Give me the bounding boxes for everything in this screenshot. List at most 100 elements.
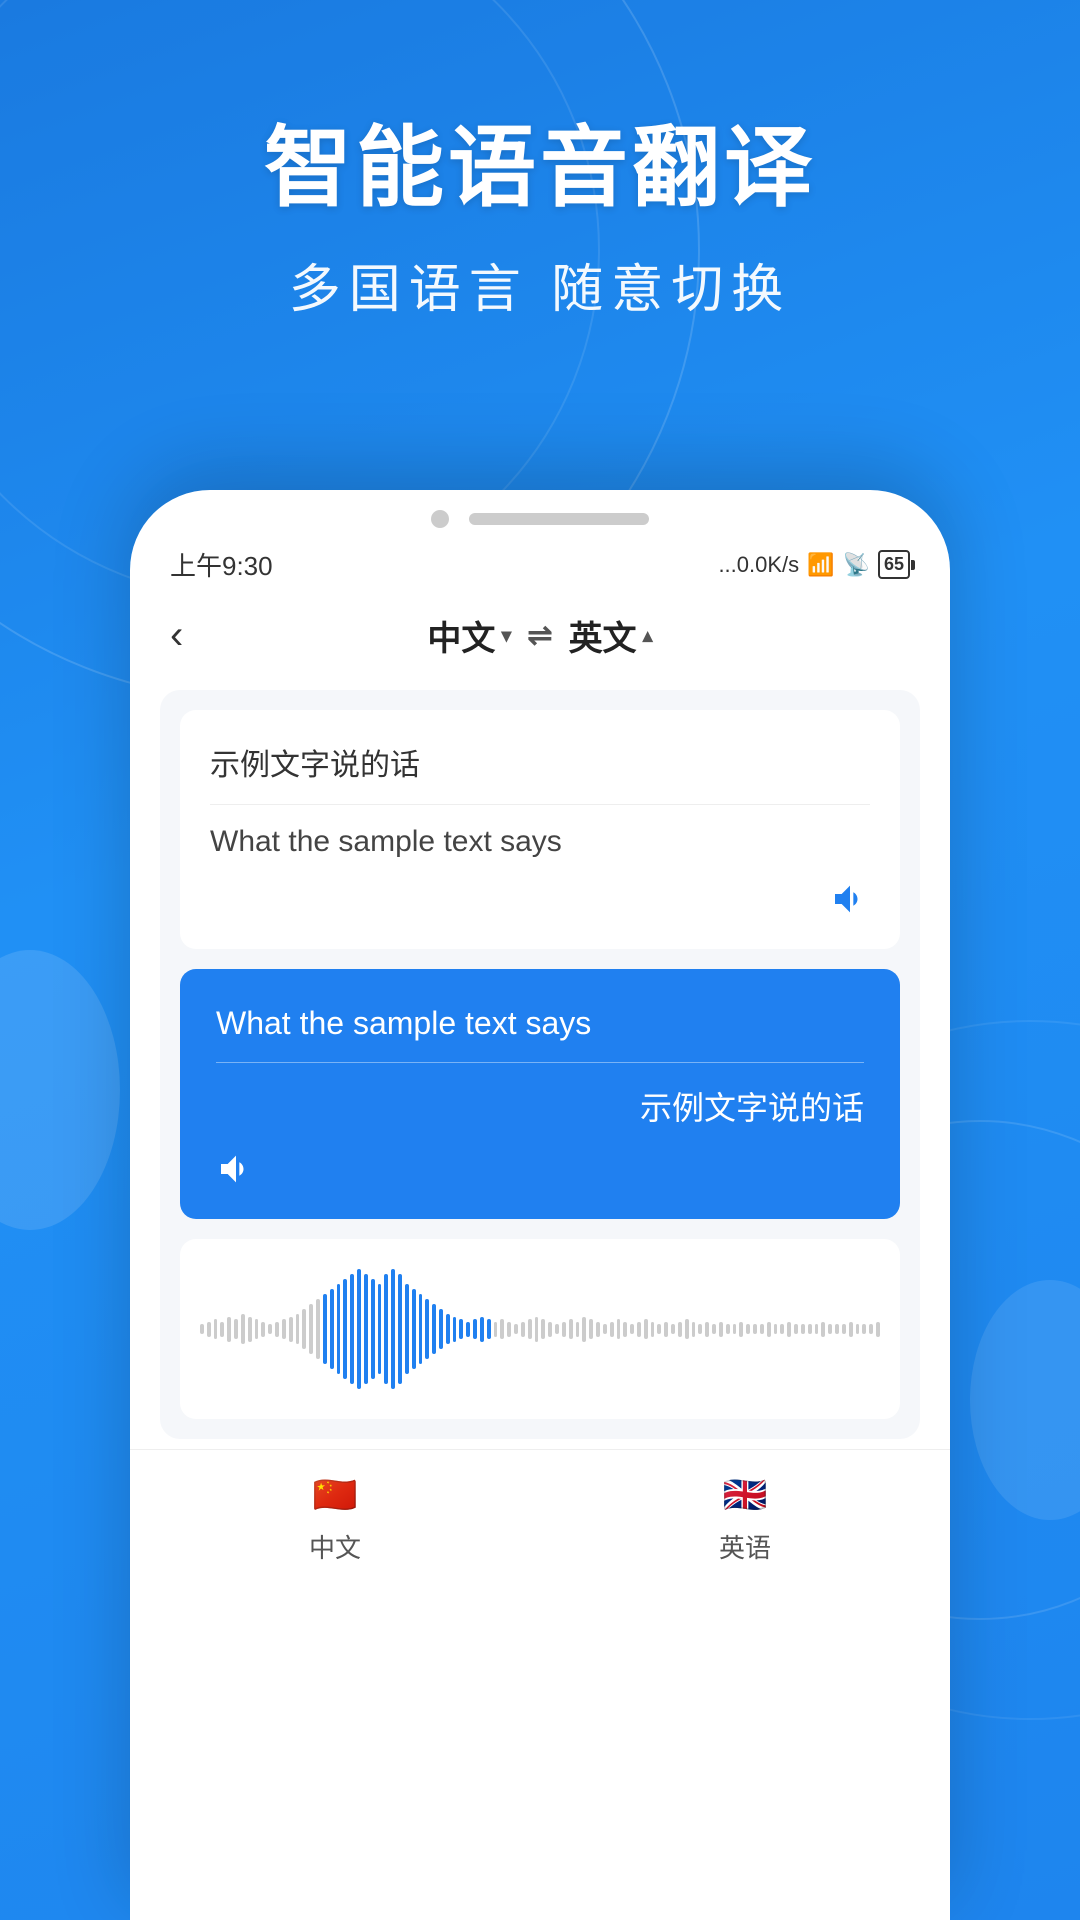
english-flag: 🇬🇧 xyxy=(720,1470,770,1520)
waveform-bar xyxy=(398,1274,402,1384)
waveform-bar xyxy=(685,1319,689,1339)
waveform-bar xyxy=(678,1322,682,1337)
waveform-bar xyxy=(405,1284,409,1374)
waveform-bar xyxy=(733,1324,737,1334)
waveform-bar xyxy=(753,1324,757,1334)
translation-card: 示例文字说的话 What the sample text says xyxy=(180,710,900,949)
network-speed: ...0.0K/s xyxy=(718,552,799,578)
waveform-bar xyxy=(562,1322,566,1337)
waveform-bar xyxy=(780,1324,784,1334)
waveform-bar xyxy=(282,1319,286,1339)
waveform-bar xyxy=(227,1317,231,1342)
sub-title: 多国语言 随意切换 xyxy=(0,247,1080,322)
waveform-bar xyxy=(698,1324,702,1334)
waveform-bar xyxy=(439,1309,443,1349)
original-text: 示例文字说的话 xyxy=(210,740,870,805)
main-title: 智能语音翻译 xyxy=(0,120,1080,217)
target-lang-label: 英文 xyxy=(569,611,637,660)
waveform-bar xyxy=(316,1299,320,1359)
waveform-bar xyxy=(835,1324,839,1334)
back-button[interactable]: ‹ xyxy=(170,613,183,658)
waveform-bar xyxy=(309,1304,313,1354)
waveform-bar xyxy=(200,1324,204,1334)
waveform-bar xyxy=(637,1322,641,1337)
english-label: 英语 xyxy=(719,1528,771,1565)
waveform-bar xyxy=(671,1324,675,1334)
waveform-bar xyxy=(596,1322,600,1337)
waveform-bar xyxy=(528,1319,532,1339)
waveform-bar xyxy=(391,1269,395,1389)
nav-title: 中文 ▾ ⇌ 英文 ▴ xyxy=(427,611,652,660)
waveform-bar xyxy=(644,1319,648,1339)
waveform-bar xyxy=(862,1324,866,1334)
target-dropdown-icon: ▴ xyxy=(643,623,653,648)
waveform-bar xyxy=(787,1322,791,1337)
waveform-bar xyxy=(480,1317,484,1342)
waveform-bar xyxy=(623,1322,627,1337)
content-area: 示例文字说的话 What the sample text says What t… xyxy=(160,690,920,1439)
waveform-bar xyxy=(214,1319,218,1339)
source-lang-label: 中文 xyxy=(427,611,495,660)
waveform-bar xyxy=(343,1279,347,1379)
waveform-bar xyxy=(302,1309,306,1349)
header-section: 智能语音翻译 多国语言 随意切换 xyxy=(0,0,1080,322)
camera-dot xyxy=(431,510,449,528)
waveform-bar xyxy=(384,1274,388,1384)
waveform-bar xyxy=(794,1324,798,1334)
waveform-bar xyxy=(582,1317,586,1342)
translated-text: What the sample text says xyxy=(210,825,870,859)
waveform-bar xyxy=(589,1319,593,1339)
waveform-bar xyxy=(541,1319,545,1339)
speaker-icon[interactable] xyxy=(830,879,870,919)
waveform-bar xyxy=(801,1324,805,1334)
target-language-selector[interactable]: 英文 ▴ xyxy=(569,611,653,660)
battery-indicator: 65 xyxy=(878,550,910,579)
waveform-bar xyxy=(261,1322,265,1337)
tab-english[interactable]: 🇬🇧 英语 xyxy=(540,1470,950,1565)
waveform-bar xyxy=(453,1317,457,1342)
source-language-selector[interactable]: 中文 ▾ xyxy=(427,611,511,660)
speaker-white-icon[interactable] xyxy=(216,1149,256,1189)
status-right: ...0.0K/s 📶 📡 65 xyxy=(718,550,910,579)
waveform-bar xyxy=(514,1324,518,1334)
waveform-bar xyxy=(842,1324,846,1334)
waveform-bar xyxy=(289,1317,293,1342)
waveform-bar xyxy=(876,1322,880,1337)
waveform-bar xyxy=(548,1322,552,1337)
wifi-icon: 📡 xyxy=(843,552,870,578)
waveform-bar xyxy=(849,1322,853,1337)
waveform-bar xyxy=(657,1324,661,1334)
waveform-bar xyxy=(337,1284,341,1374)
waveform-bar xyxy=(350,1274,354,1384)
waveform-bar xyxy=(746,1324,750,1334)
blob-left xyxy=(0,950,120,1230)
waveform-bar xyxy=(617,1319,621,1339)
waveform-bar xyxy=(419,1294,423,1364)
waveform-area xyxy=(180,1239,900,1419)
waveform-bar xyxy=(459,1319,463,1339)
tab-chinese[interactable]: 🇨🇳 中文 xyxy=(130,1470,540,1565)
waveform-bar xyxy=(487,1319,491,1339)
waveform-bar xyxy=(576,1322,580,1337)
phone-mockup: 上午9:30 ...0.0K/s 📶 📡 65 ‹ 中文 ▾ ⇌ 英文 ▴ xyxy=(130,490,950,1920)
waveform-bar xyxy=(535,1317,539,1342)
waveform-bar xyxy=(712,1324,716,1334)
waveform-bar xyxy=(808,1324,812,1334)
waveform-bar xyxy=(692,1322,696,1337)
waveform-bar xyxy=(412,1289,416,1369)
result-top-text: What the sample text says xyxy=(216,1005,864,1063)
signal-icon: 📶 xyxy=(807,552,834,578)
waveform-bar xyxy=(466,1322,470,1337)
speaker-icon-left xyxy=(216,1149,864,1189)
waveform-bar xyxy=(555,1324,559,1334)
waveform-bar xyxy=(815,1324,819,1334)
waveform-bar xyxy=(268,1324,272,1334)
swap-languages-button[interactable]: ⇌ xyxy=(527,618,552,653)
waveform-bar xyxy=(220,1322,224,1337)
waveform-bar xyxy=(828,1324,832,1334)
waveform-bar xyxy=(378,1284,382,1374)
waveform-bar xyxy=(610,1322,614,1337)
waveform-bar xyxy=(494,1322,498,1337)
result-card: What the sample text says 示例文字说的话 xyxy=(180,969,900,1219)
nav-bar: ‹ 中文 ▾ ⇌ 英文 ▴ xyxy=(130,591,950,680)
